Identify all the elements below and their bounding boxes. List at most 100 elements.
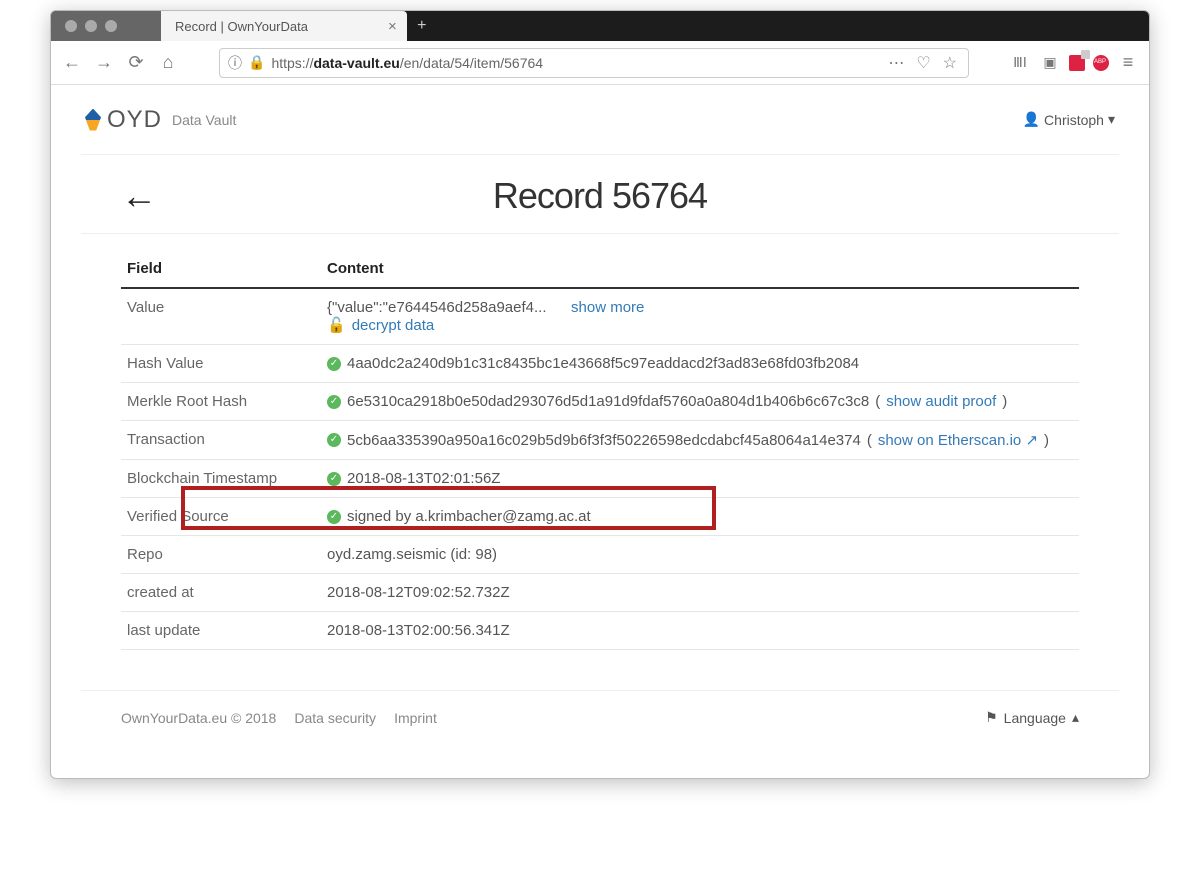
user-icon: 👤 xyxy=(1023,111,1040,128)
cell-field: Blockchain Timestamp xyxy=(121,460,321,498)
etherscan-link[interactable]: show on Etherscan.io ↗ xyxy=(878,431,1038,449)
window-controls xyxy=(51,11,161,41)
page-header: ← Record 56764 xyxy=(81,155,1119,234)
show-more-link[interactable]: show more xyxy=(571,299,644,316)
external-link-icon: ↗ xyxy=(1025,432,1038,449)
cell-content: oyd.zamg.seismic (id: 98) xyxy=(321,536,1079,574)
unlock-icon: 🔓 xyxy=(327,316,346,334)
page-footer: OwnYourData.eu © 2018 Data security Impr… xyxy=(81,690,1119,748)
value-snippet: {"value":"e7644546d258a9aef4... xyxy=(327,299,547,316)
toolbar-extensions: ⅢⅠ ▣ ≡ xyxy=(1009,52,1139,73)
app-header: OYD Data Vault 👤 Christoph ▾ xyxy=(81,85,1119,155)
cell-field: Merkle Root Hash xyxy=(121,383,321,421)
cell-content: 2018-08-12T09:02:52.732Z xyxy=(321,574,1079,612)
footer-imprint-link[interactable]: Imprint xyxy=(394,710,437,726)
caret-down-icon: ▾ xyxy=(1108,111,1115,128)
back-arrow-button[interactable]: ← xyxy=(121,175,181,217)
cell-field: Repo xyxy=(121,536,321,574)
row-value: Value {"value":"e7644546d258a9aef4... sh… xyxy=(121,288,1079,345)
cell-field: Value xyxy=(121,288,321,345)
browser-tab-active[interactable]: Record | OwnYourData × xyxy=(161,11,407,41)
flag-icon: ⚑ xyxy=(985,709,998,726)
record-table: Field Content Value {"value":"e7644546d2… xyxy=(121,252,1079,650)
check-icon: ✓ xyxy=(327,433,341,447)
brand-subtitle: Data Vault xyxy=(172,112,236,128)
row-hash: Hash Value ✓ 4aa0dc2a240d9b1c31c8435bc1e… xyxy=(121,345,1079,383)
logo-icon xyxy=(85,109,101,131)
timestamp-value: 2018-08-13T02:01:56Z xyxy=(347,470,500,487)
check-icon: ✓ xyxy=(327,357,341,371)
footer-copyright: OwnYourData.eu © 2018 xyxy=(121,710,276,726)
extension-icon-1[interactable] xyxy=(1069,55,1085,71)
row-transaction: Transaction ✓ 5cb6aa335390a950a16c029b5d… xyxy=(121,421,1079,460)
sidebar-toggle-icon[interactable]: ▣ xyxy=(1039,54,1061,71)
row-repo: Repo oyd.zamg.seismic (id: 98) xyxy=(121,536,1079,574)
footer-security-link[interactable]: Data security xyxy=(294,710,376,726)
paren: ( xyxy=(867,432,872,449)
footer-links: OwnYourData.eu © 2018 Data security Impr… xyxy=(121,710,437,726)
row-created: created at 2018-08-12T09:02:52.732Z xyxy=(121,574,1079,612)
cell-content: ✓ 6e5310ca2918b0e50dad293076d5d1a91d9fda… xyxy=(321,383,1079,421)
check-icon: ✓ xyxy=(327,510,341,524)
row-updated: last update 2018-08-13T02:00:56.341Z xyxy=(121,612,1079,650)
brand-name: OYD xyxy=(107,106,162,134)
check-icon: ✓ xyxy=(327,472,341,486)
cell-content: ✓ 2018-08-13T02:01:56Z xyxy=(321,460,1079,498)
minimize-window-button[interactable] xyxy=(85,20,97,32)
close-tab-button[interactable]: × xyxy=(388,18,397,35)
cell-field: last update xyxy=(121,612,321,650)
window-titlebar: Record | OwnYourData × + xyxy=(51,11,1149,41)
hash-value: 4aa0dc2a240d9b1c31c8435bc1e43668f5c97ead… xyxy=(347,355,859,372)
cell-content: ✓ 5cb6aa335390a950a16c029b5d9b6f3f3f5022… xyxy=(321,421,1079,460)
language-switcher[interactable]: ⚑ Language ▴ xyxy=(985,709,1079,726)
merkle-value: 6e5310ca2918b0e50dad293076d5d1a91d9fdaf5… xyxy=(347,393,869,410)
cell-field: Transaction xyxy=(121,421,321,460)
adblock-icon[interactable] xyxy=(1093,55,1109,71)
cell-field: Hash Value xyxy=(121,345,321,383)
caret-up-icon: ▴ xyxy=(1072,709,1079,726)
col-header-content: Content xyxy=(321,252,1079,288)
cell-field: created at xyxy=(121,574,321,612)
browser-window: Record | OwnYourData × + ← → ⟳ ⌂ ⓘ 🔒 htt… xyxy=(50,10,1150,779)
decrypt-link[interactable]: decrypt data xyxy=(352,317,435,334)
lock-icon: 🔒 xyxy=(248,54,265,71)
tx-value: 5cb6aa335390a950a16c029b5d9b6f3f3f502265… xyxy=(347,432,861,449)
audit-proof-link[interactable]: show audit proof xyxy=(886,393,996,410)
bookmark-star-icon[interactable]: ☆ xyxy=(940,53,960,73)
address-bar[interactable]: ⓘ 🔒 https://data-vault.eu/en/data/54/ite… xyxy=(219,48,969,78)
paren: ( xyxy=(875,393,880,410)
cell-content: {"value":"e7644546d258a9aef4... show mor… xyxy=(321,288,1079,345)
brand-logo[interactable]: OYD Data Vault xyxy=(85,106,236,134)
row-merkle: Merkle Root Hash ✓ 6e5310ca2918b0e50dad2… xyxy=(121,383,1079,421)
row-timestamp: Blockchain Timestamp ✓ 2018-08-13T02:01:… xyxy=(121,460,1079,498)
user-menu-button[interactable]: 👤 Christoph ▾ xyxy=(1023,111,1115,128)
username: Christoph xyxy=(1044,112,1104,128)
maximize-window-button[interactable] xyxy=(105,20,117,32)
url-text: https://data-vault.eu/en/data/54/item/56… xyxy=(271,55,543,71)
forward-button[interactable]: → xyxy=(93,52,115,73)
close-window-button[interactable] xyxy=(65,20,77,32)
row-verified-source: Verified Source ✓ signed by a.krimbacher… xyxy=(121,498,1079,536)
back-button[interactable]: ← xyxy=(61,52,83,73)
paren: ) xyxy=(1044,432,1049,449)
page-actions-icon[interactable]: ⋯ xyxy=(885,53,907,73)
col-header-field: Field xyxy=(121,252,321,288)
page-title: Record 56764 xyxy=(181,175,1019,217)
pocket-icon[interactable]: ♡ xyxy=(913,53,933,73)
reload-button[interactable]: ⟳ xyxy=(125,52,147,73)
tab-title: Record | OwnYourData xyxy=(175,19,308,34)
cell-content: ✓ 4aa0dc2a240d9b1c31c8435bc1e43668f5c97e… xyxy=(321,345,1079,383)
source-value: signed by a.krimbacher@zamg.ac.at xyxy=(347,508,591,525)
cell-field: Verified Source xyxy=(121,498,321,536)
cell-content: 2018-08-13T02:00:56.341Z xyxy=(321,612,1079,650)
site-info-icon[interactable]: ⓘ xyxy=(228,53,242,73)
cell-content: ✓ signed by a.krimbacher@zamg.ac.at xyxy=(321,498,1079,536)
check-icon: ✓ xyxy=(327,395,341,409)
new-tab-button[interactable]: + xyxy=(407,11,437,41)
home-button[interactable]: ⌂ xyxy=(157,52,179,73)
paren: ) xyxy=(1002,393,1007,410)
page-body: OYD Data Vault 👤 Christoph ▾ ← Record 56… xyxy=(51,85,1149,778)
library-icon[interactable]: ⅢⅠ xyxy=(1009,54,1031,71)
hamburger-menu-icon[interactable]: ≡ xyxy=(1117,52,1139,73)
language-label: Language xyxy=(1004,710,1066,726)
